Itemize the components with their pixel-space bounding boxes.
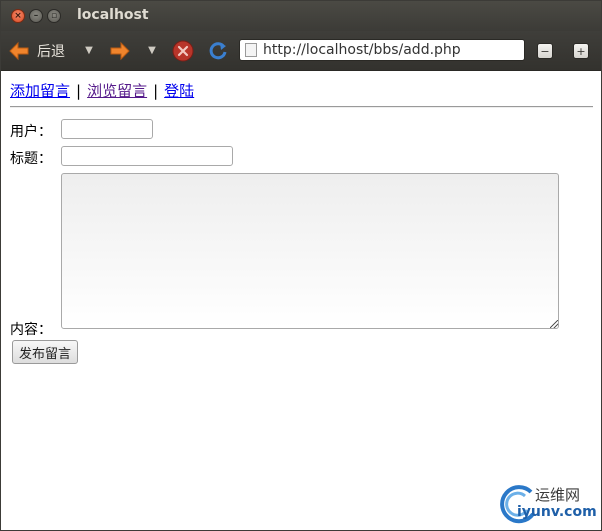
dropdown-arrow-icon: ▼ bbox=[85, 44, 93, 56]
zoom-in-button[interactable]: + bbox=[573, 43, 589, 59]
forward-arrow-icon bbox=[110, 41, 130, 61]
url-text[interactable]: http://localhost/bbs/add.php bbox=[263, 42, 461, 58]
reload-button[interactable] bbox=[207, 40, 229, 62]
user-input[interactable] bbox=[61, 119, 153, 139]
window-maximize-button[interactable]: ▫ bbox=[47, 9, 61, 23]
nav-link-add-message[interactable]: 添加留言 bbox=[10, 82, 70, 100]
resize-grip-icon[interactable] bbox=[550, 320, 558, 328]
watermark-text-domain: iyunv.com bbox=[517, 504, 597, 520]
window-close-button[interactable]: × bbox=[11, 9, 25, 23]
title-bar: × – ▫ localhost bbox=[1, 1, 601, 31]
page-icon bbox=[245, 43, 257, 57]
address-bar[interactable]: http://localhost/bbs/add.php bbox=[239, 39, 525, 61]
minus-icon: − bbox=[540, 44, 550, 58]
stop-icon bbox=[172, 40, 194, 62]
close-icon: × bbox=[14, 10, 22, 21]
watermark-text-cn: 运维网 bbox=[535, 486, 581, 504]
title-label: 标题： bbox=[10, 151, 52, 167]
dropdown-arrow-icon: ▼ bbox=[148, 44, 156, 56]
browser-toolbar: 后退 ▼ ▼ http://localhost/bbs/add.php − + bbox=[1, 31, 601, 71]
minimize-icon: – bbox=[33, 10, 39, 21]
forward-button[interactable] bbox=[107, 41, 133, 61]
nav-link-login[interactable]: 登陆 bbox=[164, 82, 194, 100]
content-textarea[interactable] bbox=[61, 173, 559, 329]
reload-icon bbox=[209, 42, 227, 60]
divider bbox=[10, 106, 593, 108]
plus-icon: + bbox=[576, 44, 586, 58]
zoom-out-button[interactable]: − bbox=[537, 43, 553, 59]
submit-button[interactable]: 发布留言 bbox=[12, 340, 79, 364]
back-arrow-icon bbox=[9, 41, 29, 61]
nav-separator: | bbox=[153, 82, 159, 100]
back-button[interactable]: 后退 bbox=[7, 39, 65, 63]
nav-links: 添加留言 | 浏览留言 | 登陆 bbox=[10, 80, 194, 101]
back-history-dropdown[interactable]: ▼ bbox=[83, 43, 95, 57]
watermark: 运维网 iyunv.com bbox=[497, 482, 597, 524]
forward-history-dropdown[interactable]: ▼ bbox=[146, 43, 158, 57]
browser-window: × – ▫ localhost 后退 ▼ ▼ http://localhost/… bbox=[0, 0, 602, 531]
window-minimize-button[interactable]: – bbox=[29, 9, 43, 23]
nav-link-browse-messages[interactable]: 浏览留言 bbox=[87, 82, 147, 100]
back-button-label: 后退 bbox=[37, 44, 65, 60]
content-label: 内容： bbox=[10, 322, 52, 338]
user-label: 用户： bbox=[10, 124, 52, 140]
page-content: 添加留言 | 浏览留言 | 登陆 用户： 标题： 内容： 发布留言 运维网 iyunv.… bbox=[1, 71, 601, 530]
title-input[interactable] bbox=[61, 146, 233, 166]
maximize-icon: ▫ bbox=[50, 10, 58, 21]
stop-button[interactable] bbox=[172, 40, 194, 62]
window-title: localhost bbox=[77, 7, 149, 23]
nav-separator: | bbox=[76, 82, 82, 100]
